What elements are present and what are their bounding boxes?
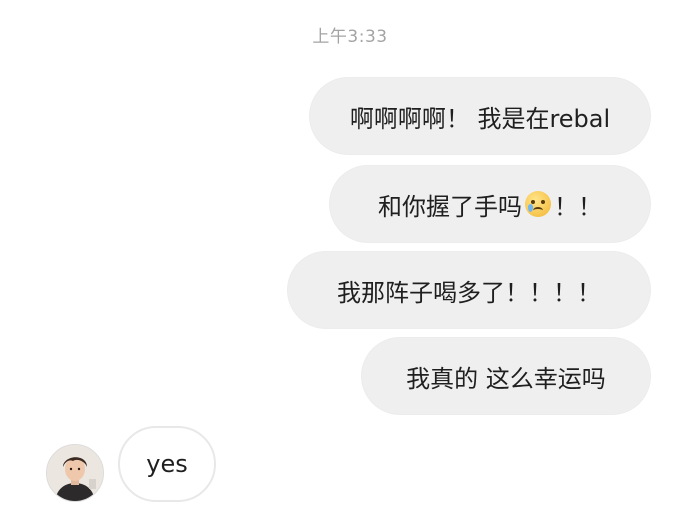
message-text: 和你握了手吗 (378, 192, 522, 221)
outgoing-message-bubble[interactable]: 我真的 这么幸运吗 (362, 338, 650, 414)
message-text: 我那阵子喝多了！！！！ (337, 278, 601, 307)
message-text: yes (146, 450, 188, 478)
message-timestamp: 上午3:33 (312, 27, 388, 47)
incoming-message-bubble[interactable]: yes (118, 426, 216, 502)
crying-face-icon (525, 191, 551, 217)
avatar[interactable] (46, 444, 104, 502)
outgoing-message-bubble[interactable]: 我那阵子喝多了！！！！ (288, 252, 650, 328)
outgoing-message-bubble[interactable]: 啊啊啊啊！ 我是在rebal (310, 78, 650, 154)
chat-thread: 上午3:33 啊啊啊啊！ 我是在rebal 和你握了手吗 ！！ 我那阵子喝多了！… (0, 0, 700, 512)
message-text: 啊啊啊啊！ 我是在rebal (349, 104, 611, 133)
outgoing-message-bubble[interactable]: 和你握了手吗 ！！ (330, 166, 650, 242)
message-text: ！！ (554, 192, 602, 221)
avatar-icon (47, 445, 103, 501)
message-text: 我真的 这么幸运吗 (406, 364, 606, 393)
